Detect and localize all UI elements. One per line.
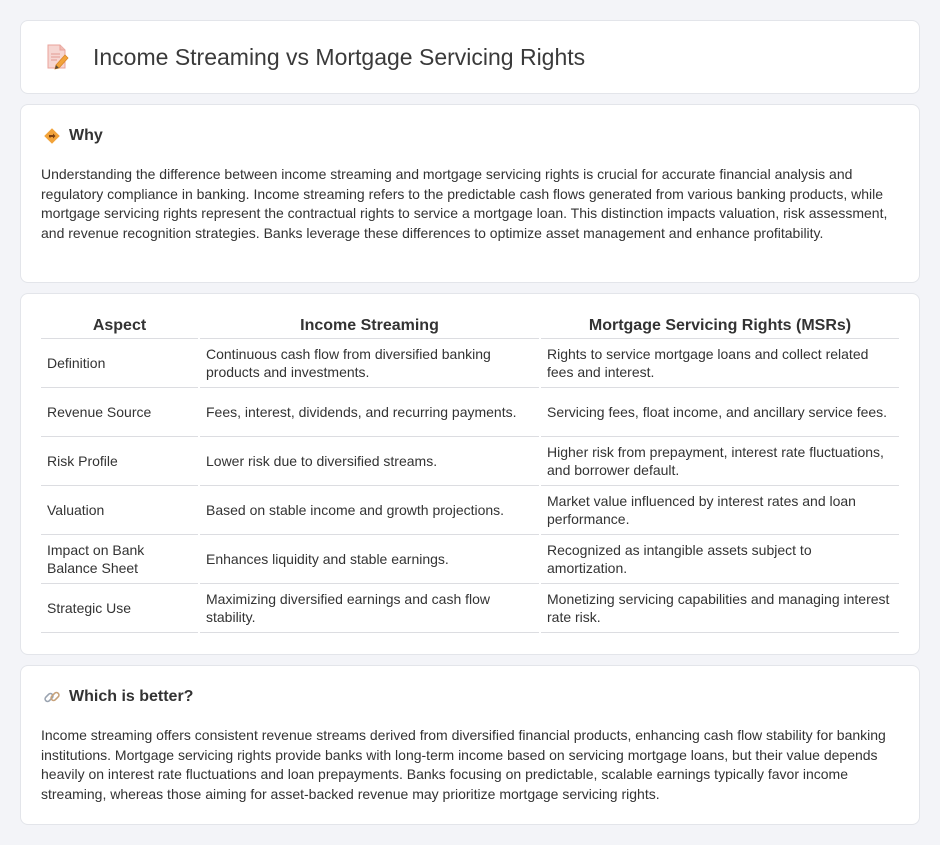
row-aspect: Strategic Use bbox=[41, 583, 199, 633]
row-msrs: Servicing fees, float income, and ancill… bbox=[539, 387, 899, 437]
link-icon bbox=[43, 688, 61, 706]
better-title: Which is better? bbox=[69, 688, 194, 705]
table-row: Impact on Bank Balance Sheet Enhances li… bbox=[41, 534, 899, 584]
header-income-streaming: Income Streaming bbox=[198, 316, 540, 339]
why-text: Understanding the difference between inc… bbox=[41, 166, 888, 241]
header-aspect: Aspect bbox=[41, 316, 199, 339]
table-row: Strategic Use Maximizing diversified ear… bbox=[41, 583, 899, 633]
row-income-streaming: Enhances liquidity and stable earnings. bbox=[198, 534, 540, 584]
why-title: Why bbox=[69, 127, 103, 144]
row-income-streaming: Maximizing diversified earnings and cash… bbox=[198, 583, 540, 633]
row-income-streaming: Lower risk due to diversified streams. bbox=[198, 436, 540, 486]
document-pencil-icon bbox=[45, 42, 71, 72]
table-row: Revenue Source Fees, interest, dividends… bbox=[41, 387, 899, 437]
row-aspect: Impact on Bank Balance Sheet bbox=[41, 534, 199, 584]
why-heading: Why bbox=[43, 127, 103, 145]
row-income-streaming: Continuous cash flow from diversified ba… bbox=[198, 338, 540, 388]
row-income-streaming: Fees, interest, dividends, and recurring… bbox=[198, 387, 540, 437]
table-header-row: Aspect Income Streaming Mortgage Servici… bbox=[41, 316, 899, 339]
why-section: Why Understanding the difference between… bbox=[20, 104, 920, 283]
row-msrs: Market value influenced by interest rate… bbox=[539, 485, 899, 535]
title-row: Income Streaming vs Mortgage Servicing R… bbox=[45, 42, 585, 72]
table-row: Risk Profile Lower risk due to diversifi… bbox=[41, 436, 899, 486]
row-aspect: Valuation bbox=[41, 485, 199, 535]
row-msrs: Monetizing servicing capabilities and ma… bbox=[539, 583, 899, 633]
row-msrs: Recognized as intangible assets subject … bbox=[539, 534, 899, 584]
row-msrs: Rights to service mortgage loans and col… bbox=[539, 338, 899, 388]
row-aspect: Revenue Source bbox=[41, 387, 199, 437]
better-text: Income streaming offers consistent reven… bbox=[41, 727, 886, 802]
which-better-section: Which is better? Income streaming offers… bbox=[20, 665, 920, 825]
row-aspect: Definition bbox=[41, 338, 199, 388]
row-income-streaming: Based on stable income and growth projec… bbox=[198, 485, 540, 535]
row-msrs: Higher risk from prepayment, interest ra… bbox=[539, 436, 899, 486]
header-card: Income Streaming vs Mortgage Servicing R… bbox=[20, 20, 920, 94]
diamond-direction-icon bbox=[43, 127, 61, 145]
page-title: Income Streaming vs Mortgage Servicing R… bbox=[93, 43, 586, 70]
table-row: Definition Continuous cash flow from div… bbox=[41, 338, 899, 388]
table-row: Valuation Based on stable income and gro… bbox=[41, 485, 899, 535]
comparison-table: Aspect Income Streaming Mortgage Servici… bbox=[41, 316, 899, 633]
better-heading: Which is better? bbox=[43, 688, 193, 706]
comparison-section: Aspect Income Streaming Mortgage Servici… bbox=[20, 293, 920, 655]
header-msrs: Mortgage Servicing Rights (MSRs) bbox=[539, 316, 899, 339]
row-aspect: Risk Profile bbox=[41, 436, 199, 486]
